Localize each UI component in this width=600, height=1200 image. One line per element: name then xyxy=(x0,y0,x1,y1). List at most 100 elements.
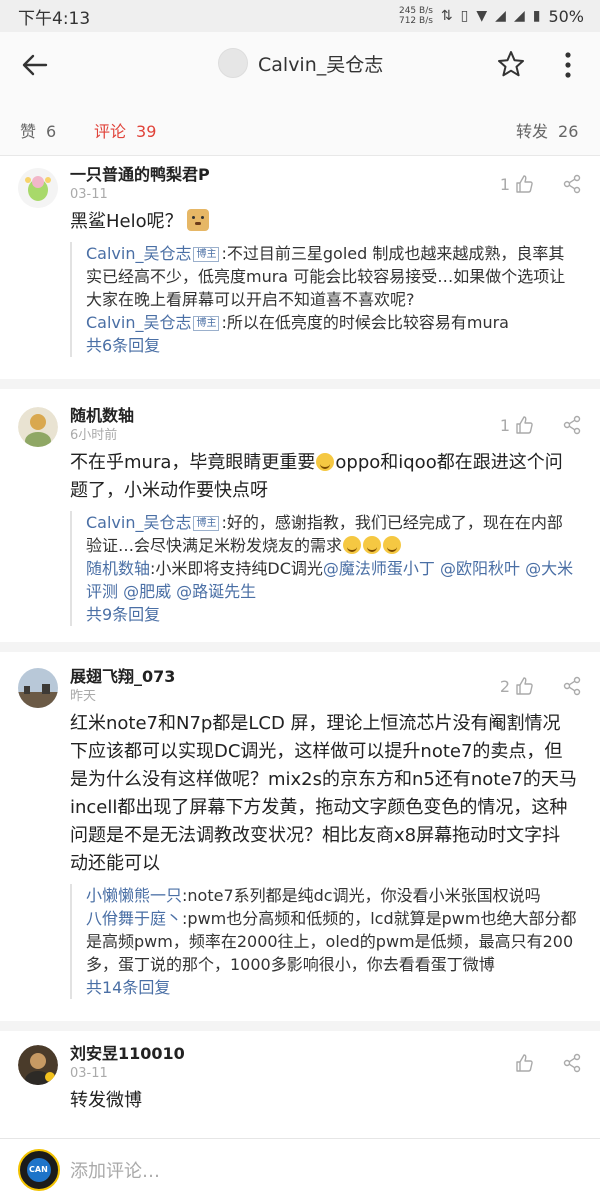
reply-item: 小懒懒熊一只:note7系列都是纯dc调光，你没看小米张国权说吗 xyxy=(86,884,578,907)
reposts-label: 转发 xyxy=(516,122,549,141)
share-icon[interactable] xyxy=(562,174,582,194)
comment-actions: 1 xyxy=(500,174,582,194)
battery-level: 50% xyxy=(548,6,584,26)
reply-text: :所以在低亮度的时候会比较容易有mura xyxy=(221,313,509,332)
battery-icon: ▮ xyxy=(532,8,541,24)
comment-item: 展翅飞翔_073 昨天 2 红米note7和N7p都是LCD 屏，理论上恒流芯片… xyxy=(0,642,600,1022)
view-all-replies-link[interactable]: 共14条回复 xyxy=(86,976,578,999)
back-arrow-icon[interactable] xyxy=(18,48,52,82)
data-transfer-icon: ⇅ xyxy=(440,8,453,24)
page-title: Calvin_吴仓志 xyxy=(258,53,384,76)
share-icon[interactable] xyxy=(562,1053,582,1073)
net-speed: 245 B/s 712 B/s xyxy=(399,6,433,26)
avatar-label: CAN xyxy=(29,1165,48,1174)
reply-item: Calvin_吴仓志 博主:不过目前三星goled 制成也越来越成熟，良率其实已经… xyxy=(86,242,578,311)
like-count: 2 xyxy=(499,676,510,696)
person-avatar-icon xyxy=(18,1045,58,1085)
share-icon[interactable] xyxy=(562,415,582,435)
person-avatar-icon xyxy=(18,407,58,447)
host-badge: 博主 xyxy=(193,247,220,262)
more-menu-icon[interactable] xyxy=(558,48,578,82)
comment-text: 红米note7和N7p都是LCD 屏，理论上恒流芯片没有阉割情况下应该都可以实现… xyxy=(70,713,577,874)
tab-reposts[interactable]: 转发 26 xyxy=(516,118,578,142)
comments-label: 评论 xyxy=(94,122,127,141)
reply-item: Calvin_吴仓志 博主:所以在低亮度的时候会比较容易有mura xyxy=(86,311,578,334)
comment-text: 转发微博 xyxy=(70,1090,142,1111)
add-comment-input[interactable]: 添加评论… xyxy=(70,1157,160,1183)
thumbs-up-icon xyxy=(516,1054,533,1072)
commenter-avatar[interactable] xyxy=(18,407,58,447)
reposts-count: 26 xyxy=(558,122,579,141)
top-bar: Calvin_吴仓志 xyxy=(0,32,600,98)
comment-actions xyxy=(514,1053,582,1073)
reply-text: :小米即将支持纯DC调光 xyxy=(150,559,323,578)
like-count: 1 xyxy=(499,415,510,435)
reply-author[interactable]: 小懒懒熊一只 xyxy=(86,886,182,905)
host-badge: 博主 xyxy=(193,316,220,331)
thumbs-up-icon xyxy=(516,416,533,434)
doge-emoji-icon xyxy=(186,209,209,231)
like-button[interactable] xyxy=(514,1053,534,1073)
reply-preview[interactable]: 小懒懒熊一只:note7系列都是纯dc调光，你没看小米张国权说吗 八佾舞于庭丶:… xyxy=(70,884,578,999)
signal-icon: ◢ xyxy=(495,8,506,24)
signal-2-icon: ◢ xyxy=(513,8,525,24)
comment-text: 黑鲨Helo呢？ xyxy=(70,208,600,236)
status-bar: 下午4:13 245 B/s 712 B/s ⇅ ▯ ▼ ◢ ◢ ▮ 50% xyxy=(0,0,600,32)
comments-count: 39 xyxy=(136,122,157,141)
engagement-tabs: 赞6 评论 39 转发 26 xyxy=(0,98,600,156)
grin-emoji-icon xyxy=(343,536,362,554)
grin-emoji-icon xyxy=(383,536,402,554)
grin-emoji-icon xyxy=(363,536,382,554)
reply-author[interactable]: Calvin_吴仓志 xyxy=(86,244,191,263)
reply-item: 八佾舞于庭丶:pwm也分高频和低频的，lcd就算是pwm也绝大部分都是高频pwm… xyxy=(86,907,578,976)
comment-item: 刘安昱110010 03-11 转发微博 xyxy=(0,1021,600,1135)
vibrate-icon: ▯ xyxy=(460,8,469,24)
tab-likes[interactable]: 赞6 xyxy=(20,118,56,142)
reply-author[interactable]: Calvin_吴仓志 xyxy=(86,513,191,532)
net-down: 712 B/s xyxy=(398,16,433,26)
comment-item: 随机数轴 6小时前 1 不在乎mura，毕竟眼睛更重要 oppo和iqoo都在跟进… xyxy=(0,379,600,643)
like-count: 1 xyxy=(499,174,510,194)
status-icons: 245 B/s 712 B/s ⇅ ▯ ▼ ◢ ◢ ▮ 50% xyxy=(399,6,584,26)
commenter-avatar[interactable] xyxy=(18,1045,58,1085)
comment-item: 一只普通的鸭梨君P 03-11 1 黑鲨Helo呢？ Calvin_吴仓志 博主:… xyxy=(0,158,600,380)
reply-author[interactable]: 八佾舞于庭丶 xyxy=(86,909,182,928)
likes-label: 赞 xyxy=(20,122,37,141)
laughing-emoji-icon xyxy=(316,453,335,471)
reply-item: Calvin_吴仓志 博主:好的，感谢指教，我们已经完成了，现在在内部验证…会尽快… xyxy=(86,511,578,557)
comment-actions: 2 xyxy=(500,676,582,696)
reply-author[interactable]: Calvin_吴仓志 xyxy=(86,313,191,332)
like-button[interactable]: 1 xyxy=(500,174,534,194)
comment-text-part-1: 不在乎mura，毕竟眼睛更重要 xyxy=(70,452,316,473)
duck-avatar-icon xyxy=(18,168,58,208)
net-up: 245 B/s xyxy=(398,6,433,16)
my-avatar[interactable]: CAN xyxy=(18,1149,60,1191)
reply-item: 随机数轴:小米即将支持纯DC调光@魔法师蛋小丁 @欧阳秋叶 @大米评测 @肥威 … xyxy=(86,557,578,603)
reply-preview[interactable]: Calvin_吴仓志 博主:不过目前三星goled 制成也越来越成熟，良率其实已经… xyxy=(70,242,578,357)
commenter-avatar[interactable] xyxy=(18,168,58,208)
reply-text: :note7系列都是纯dc调光，你没看小米张国权说吗 xyxy=(182,886,541,905)
comment-actions: 1 xyxy=(500,415,582,435)
likes-count: 6 xyxy=(46,122,57,141)
tab-comments[interactable]: 评论 39 xyxy=(94,118,156,142)
header-title-group[interactable]: Calvin_吴仓志 xyxy=(218,48,383,78)
comment-text: 不在乎mura，毕竟眼睛更重要 oppo和iqoo都在跟进这个问题了，小米动作要快… xyxy=(70,449,600,505)
view-all-replies-link[interactable]: 共6条回复 xyxy=(86,334,578,357)
reply-preview[interactable]: Calvin_吴仓志 博主:好的，感谢指教，我们已经完成了，现在在内部验证…会尽快… xyxy=(70,511,578,626)
host-badge: 博主 xyxy=(193,516,220,531)
wifi-icon: ▼ xyxy=(476,8,488,24)
landscape-avatar-icon xyxy=(18,668,58,708)
like-button[interactable]: 1 xyxy=(500,415,534,435)
thumbs-up-icon xyxy=(516,175,533,193)
comment-list: 一只普通的鸭梨君P 03-11 1 黑鲨Helo呢？ Calvin_吴仓志 博主:… xyxy=(0,158,600,1135)
status-time: 下午4:13 xyxy=(18,8,91,29)
commenter-avatar[interactable] xyxy=(18,668,58,708)
share-icon[interactable] xyxy=(562,676,582,696)
comment-input-bar: CAN 添加评论… xyxy=(0,1138,600,1200)
reply-author[interactable]: 随机数轴 xyxy=(86,559,150,578)
comment-text-content: 黑鲨Helo呢？ xyxy=(70,211,183,232)
like-button[interactable]: 2 xyxy=(500,676,534,696)
view-all-replies-link[interactable]: 共9条回复 xyxy=(86,603,578,626)
star-favorite-icon[interactable] xyxy=(496,49,526,79)
author-avatar xyxy=(218,48,248,78)
